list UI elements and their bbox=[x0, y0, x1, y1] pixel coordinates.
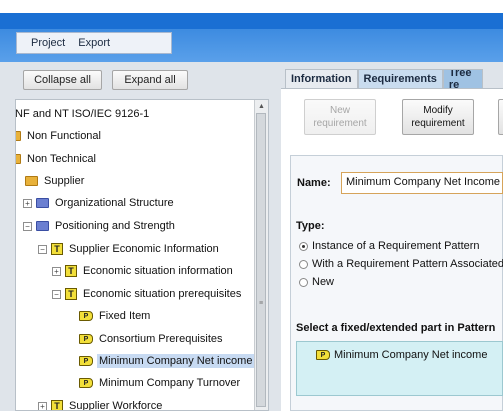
tree-node-label: Non Functional bbox=[27, 130, 101, 142]
pattern-part-item-label: Minimum Company Net income bbox=[334, 349, 488, 361]
pattern-part-icon: P bbox=[79, 378, 93, 388]
tree-node-label: NF and NT ISO/IEC 9126-1 bbox=[15, 108, 150, 120]
tree-node-economic-situation-information[interactable]: + T Economic situation information bbox=[52, 262, 235, 280]
window-top-strip bbox=[0, 0, 503, 13]
scrollbar-thumb[interactable]: ≡ bbox=[256, 113, 266, 407]
tree-node-supplier[interactable]: Supplier bbox=[25, 172, 86, 190]
menu-project[interactable]: Project bbox=[17, 37, 72, 49]
tree-node-supplier-workforce[interactable]: + T Supplier Workforce bbox=[38, 397, 164, 411]
expand-toggle-icon[interactable]: + bbox=[52, 266, 61, 276]
pattern-part-list[interactable]: P Minimum Company Net income bbox=[296, 341, 503, 396]
collapse-all-button[interactable]: Collapse all bbox=[23, 70, 102, 90]
type-label: Type: bbox=[296, 220, 325, 232]
tree-node-positioning-strength[interactable]: − Positioning and Strength bbox=[23, 217, 177, 235]
modify-requirement-button[interactable]: Modify requirement bbox=[402, 99, 474, 135]
collapse-toggle-icon[interactable]: − bbox=[52, 289, 61, 299]
expand-toggle-icon[interactable]: + bbox=[23, 198, 32, 208]
folder-icon bbox=[16, 154, 21, 164]
pattern-part-icon: P bbox=[79, 311, 93, 321]
requirement-tree-icon: T bbox=[51, 400, 63, 410]
tree-node-label: Non Technical bbox=[27, 153, 96, 165]
open-folder-icon bbox=[25, 176, 38, 186]
type-option-new[interactable]: New bbox=[299, 276, 334, 288]
tree-node-organizational-structure[interactable]: + Organizational Structure bbox=[23, 194, 176, 212]
menu-export[interactable]: Export bbox=[72, 37, 117, 49]
tree-node-non-functional[interactable]: Non Functional bbox=[16, 127, 103, 145]
tree-node-label: Fixed Item bbox=[99, 310, 151, 322]
tree-node-supplier-economic-information[interactable]: − T Supplier Economic Information bbox=[38, 240, 221, 258]
tree-node-label: Supplier Workforce bbox=[69, 400, 163, 411]
tree-node-economic-situation-prerequisites[interactable]: − T Economic situation prerequisites bbox=[52, 285, 243, 303]
new-requirement-button[interactable]: New requirement bbox=[304, 99, 376, 135]
tree-node-minimum-company-turnover[interactable]: P Minimum Company Turnover bbox=[79, 374, 242, 392]
tree-node-minimum-company-net-income[interactable]: P Minimum Company Net income bbox=[79, 352, 255, 370]
menu-bar: Project Export bbox=[16, 32, 172, 54]
radio-label: With a Requirement Pattern Associated bbox=[312, 258, 503, 270]
button-label-line: Modify bbox=[423, 105, 453, 116]
tree-node-label: Minimum Company Turnover bbox=[99, 377, 241, 389]
tree-node-consortium-prerequisites[interactable]: P Consortium Prerequisites bbox=[79, 330, 225, 348]
tab-requirements[interactable]: Requirements bbox=[357, 69, 443, 88]
radio-selected-icon bbox=[299, 241, 308, 251]
type-option-instance[interactable]: Instance of a Requirement Pattern bbox=[299, 240, 480, 252]
folder-icon bbox=[36, 198, 49, 208]
pattern-part-icon: P bbox=[316, 350, 330, 360]
expand-all-button[interactable]: Expand all bbox=[112, 70, 188, 90]
radio-label: Instance of a Requirement Pattern bbox=[312, 240, 480, 252]
button-label-line: New bbox=[329, 105, 350, 116]
button-label-line: requirement bbox=[313, 118, 367, 129]
requirement-tree-icon: T bbox=[65, 288, 77, 300]
pattern-part-item[interactable]: P Minimum Company Net income bbox=[316, 346, 487, 364]
requirements-tree: NF and NT ISO/IEC 9126-1 Non Functional … bbox=[15, 99, 269, 411]
requirement-tree-icon: T bbox=[65, 265, 77, 277]
radio-icon bbox=[299, 277, 308, 287]
folder-icon bbox=[16, 131, 21, 141]
tab-tree[interactable]: Tree re bbox=[442, 69, 483, 88]
tree-node-label: Positioning and Strength bbox=[55, 220, 175, 232]
tree-node-root[interactable]: NF and NT ISO/IEC 9126-1 bbox=[16, 105, 151, 123]
tree-node-non-technical[interactable]: Non Technical bbox=[16, 150, 98, 168]
button-label-line: requirement bbox=[411, 118, 465, 129]
expand-toggle-icon[interactable]: + bbox=[38, 401, 47, 410]
detail-tabs: Information Requirements Tree re bbox=[285, 69, 483, 88]
collapse-toggle-icon[interactable]: − bbox=[23, 221, 32, 231]
tree-node-label: Organizational Structure bbox=[55, 197, 174, 209]
tree-node-label: Economic situation prerequisites bbox=[83, 288, 242, 300]
requirement-tree-icon: T bbox=[51, 243, 63, 255]
radio-icon bbox=[299, 259, 308, 269]
folder-icon bbox=[36, 221, 49, 231]
tree-node-label: Minimum Company Net income bbox=[97, 354, 255, 368]
name-field[interactable]: Minimum Company Net Income bbox=[341, 172, 503, 194]
collapse-toggle-icon[interactable]: − bbox=[38, 244, 47, 254]
tree-node-label: Consortium Prerequisites bbox=[99, 333, 223, 345]
tree-node-fixed-item[interactable]: P Fixed Item bbox=[79, 307, 152, 325]
radio-label: New bbox=[312, 276, 335, 288]
tree-node-label: Supplier bbox=[44, 175, 85, 187]
tree-node-label: Supplier Economic Information bbox=[69, 243, 219, 255]
tree-node-label: Economic situation information bbox=[83, 265, 233, 277]
tab-information[interactable]: Information bbox=[285, 69, 358, 88]
type-option-associated[interactable]: With a Requirement Pattern Associated bbox=[299, 258, 503, 270]
pattern-part-icon: P bbox=[79, 356, 93, 366]
pattern-part-icon: P bbox=[79, 334, 93, 344]
scroll-grip-icon: ≡ bbox=[259, 300, 264, 307]
pattern-part-label: Select a fixed/extended part in Pattern bbox=[296, 322, 496, 334]
scroll-up-arrow-icon[interactable]: ▲ bbox=[258, 103, 265, 110]
name-label: Name: bbox=[297, 177, 331, 189]
tree-scrollbar[interactable]: ▲ ≡ bbox=[254, 100, 268, 410]
menu-area: Project Export bbox=[0, 29, 503, 62]
more-action-button[interactable] bbox=[498, 99, 503, 135]
app-header-bar bbox=[0, 13, 503, 29]
